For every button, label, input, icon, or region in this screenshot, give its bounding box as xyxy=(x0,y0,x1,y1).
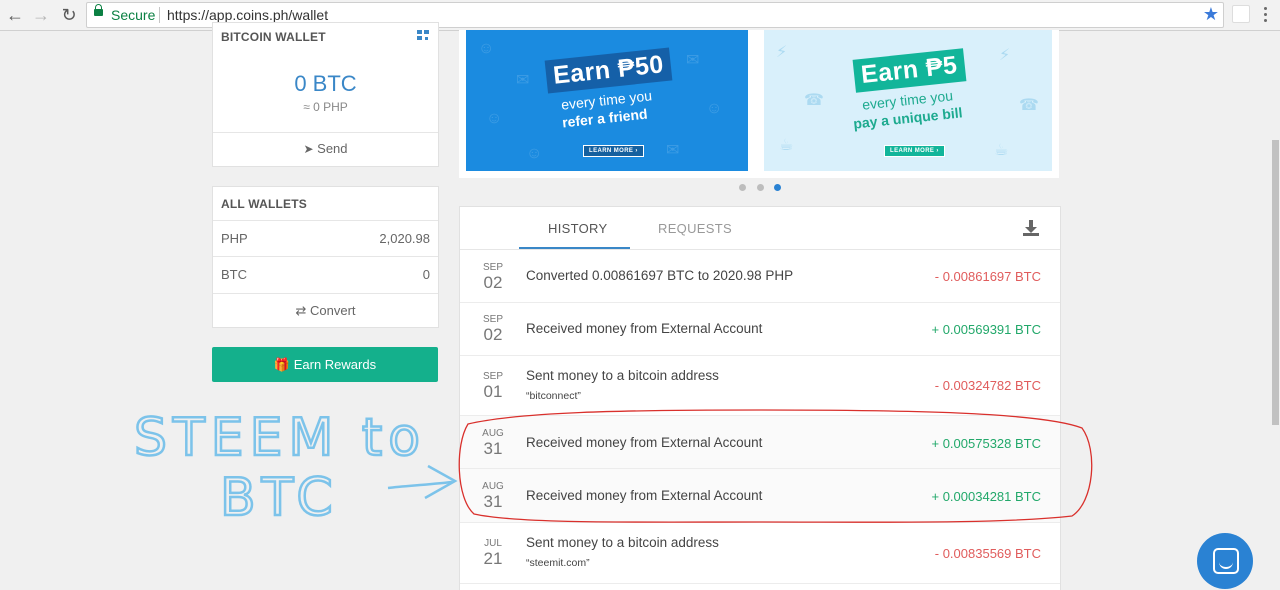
annotation-text: BTC xyxy=(220,468,339,528)
annotation-layer: STEEM to BTC xyxy=(133,407,1093,529)
annotation-text: STEEM to xyxy=(134,408,426,468)
chat-launcher-button[interactable] xyxy=(1197,533,1253,589)
highlight-circle xyxy=(458,409,1093,523)
chat-icon xyxy=(1213,548,1239,574)
